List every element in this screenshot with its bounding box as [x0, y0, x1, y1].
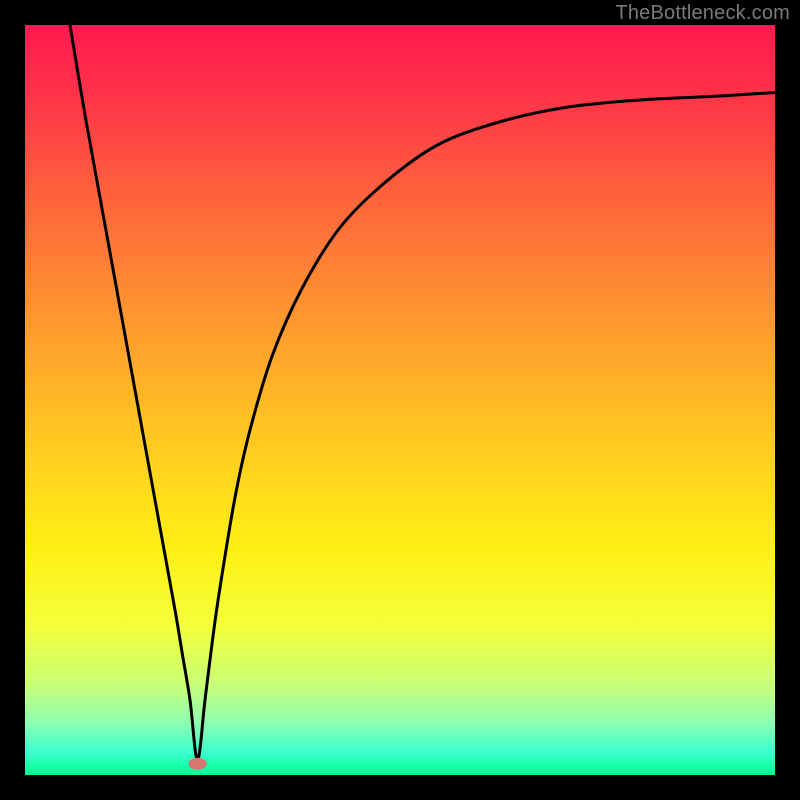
bottleneck-curve: [70, 25, 775, 760]
plot-area: [25, 25, 775, 775]
chart-frame: TheBottleneck.com: [0, 0, 800, 800]
optimal-point-marker: [189, 758, 207, 770]
curve-layer: [25, 25, 775, 775]
watermark-text: TheBottleneck.com: [615, 2, 790, 25]
